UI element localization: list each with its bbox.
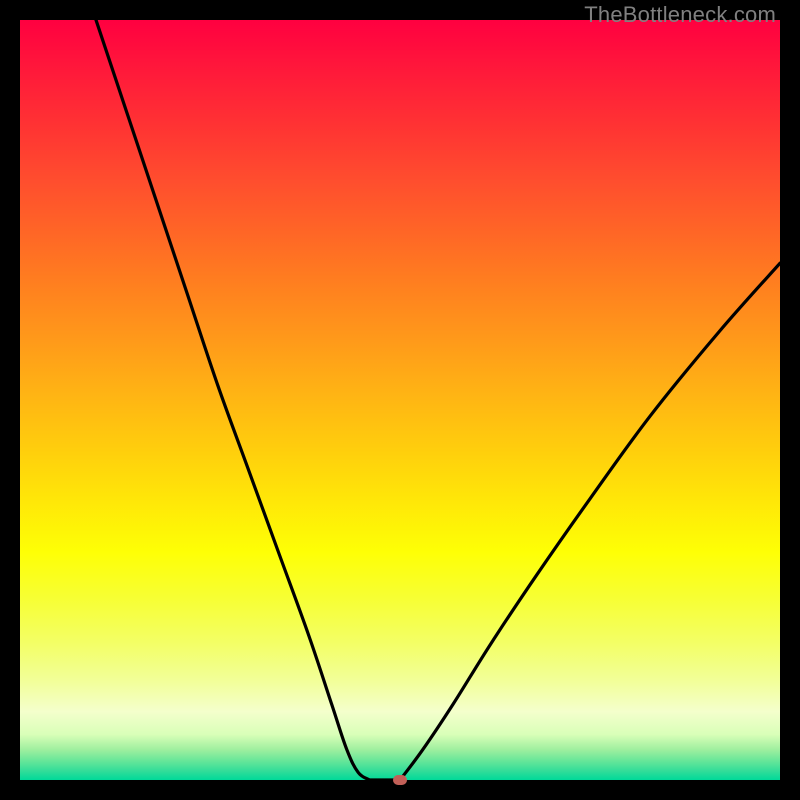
bottleneck-curve — [20, 20, 780, 780]
curve-path — [96, 20, 780, 780]
watermark-text: TheBottleneck.com — [584, 2, 776, 28]
plot-area — [20, 20, 780, 780]
chart-frame: TheBottleneck.com — [0, 0, 800, 800]
optimum-marker — [393, 775, 407, 785]
